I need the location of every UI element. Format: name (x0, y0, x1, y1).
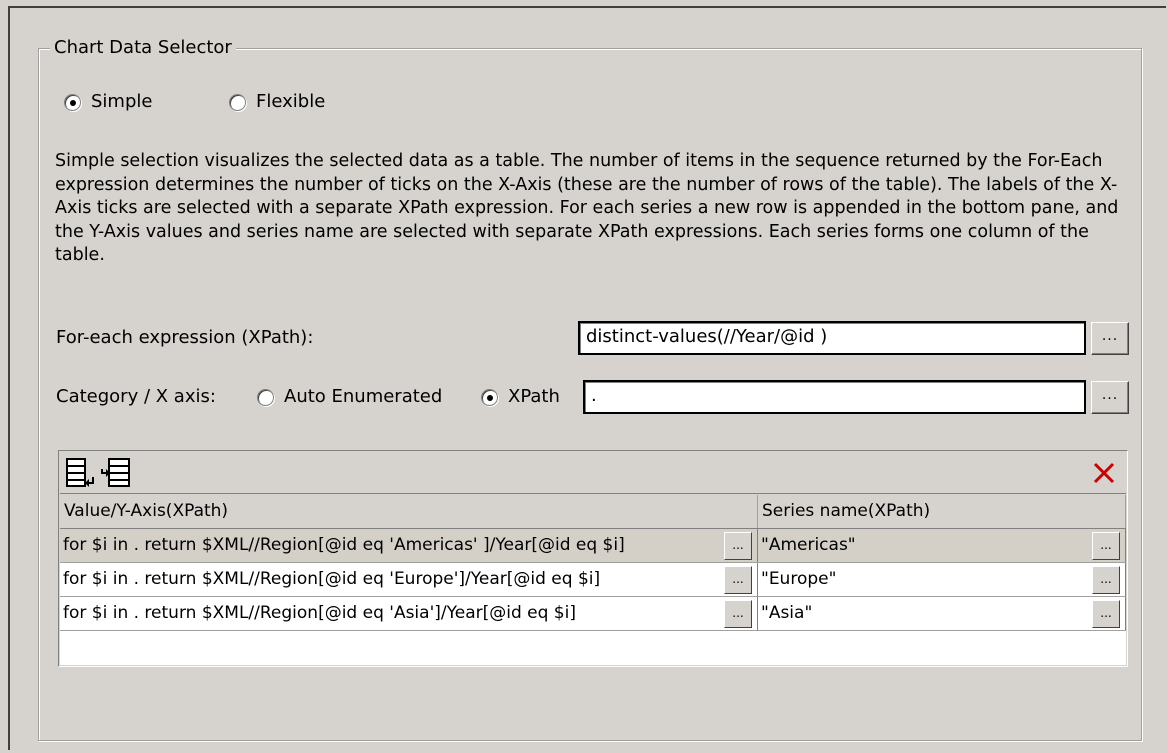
category-xpath-input[interactable]: . (583, 380, 1086, 414)
for-each-input[interactable]: distinct-values(//Year/@id ) (578, 321, 1086, 355)
xpath-radio[interactable] (481, 388, 498, 406)
series-text: "Asia" (761, 603, 813, 623)
series-cell[interactable]: "Asia" ... (758, 597, 1126, 630)
grid-header: Value/Y-Axis(XPath) Series name(XPath) (60, 495, 1126, 529)
series-cell[interactable]: "Americas" ... (758, 529, 1126, 562)
value-browse-button[interactable]: ... (724, 600, 752, 628)
flexible-radio-option[interactable]: Flexible (229, 91, 325, 113)
value-text: for $i in . return $XML//Region[@id eq '… (63, 535, 625, 555)
value-cell[interactable]: for $i in . return $XML//Region[@id eq '… (60, 529, 758, 562)
delete-row-button[interactable] (1086, 455, 1122, 491)
auto-enumerated-option[interactable]: Auto Enumerated (257, 386, 442, 408)
description-text: Simple selection visualizes the selected… (55, 151, 1119, 265)
delete-row-icon (1093, 462, 1115, 484)
table-row[interactable]: for $i in . return $XML//Region[@id eq '… (60, 529, 1126, 563)
flexible-radio[interactable] (229, 93, 246, 111)
value-browse-button[interactable]: ... (724, 566, 752, 594)
series-column-header[interactable]: Series name(XPath) (758, 495, 1126, 528)
auto-enumerated-label: Auto Enumerated (284, 386, 443, 407)
value-text: for $i in . return $XML//Region[@id eq '… (63, 569, 601, 589)
insert-row-icon (101, 458, 130, 487)
value-cell[interactable]: for $i in . return $XML//Region[@id eq '… (60, 597, 758, 630)
series-browse-button[interactable]: ... (1092, 566, 1120, 594)
simple-radio-label: Simple (91, 91, 153, 112)
grid-toolbar (60, 452, 1126, 494)
series-text: "Europe" (761, 569, 837, 589)
table-row[interactable]: for $i in . return $XML//Region[@id eq '… (60, 597, 1126, 631)
series-browse-button[interactable]: ... (1092, 532, 1120, 560)
category-browse-button[interactable]: ... (1091, 381, 1129, 414)
simple-radio-option[interactable]: Simple (64, 91, 152, 113)
auto-enumerated-radio[interactable] (257, 388, 274, 406)
series-cell[interactable]: "Europe" ... (758, 563, 1126, 596)
xpath-option[interactable]: XPath (481, 386, 560, 408)
group-title: Chart Data Selector (50, 37, 236, 59)
value-column-header[interactable]: Value/Y-Axis(XPath) (60, 495, 758, 528)
insert-row-button[interactable] (98, 455, 134, 491)
append-row-button[interactable] (62, 455, 98, 491)
category-label: Category / X axis: (56, 386, 216, 407)
for-each-browse-button[interactable]: ... (1091, 322, 1129, 355)
value-cell[interactable]: for $i in . return $XML//Region[@id eq '… (60, 563, 758, 596)
table-row[interactable]: for $i in . return $XML//Region[@id eq '… (60, 563, 1126, 597)
grid-body: Value/Y-Axis(XPath) Series name(XPath) f… (60, 495, 1126, 665)
value-browse-button[interactable]: ... (724, 532, 752, 560)
append-row-icon (66, 458, 94, 487)
xpath-label: XPath (508, 386, 560, 407)
simple-radio[interactable] (64, 93, 81, 111)
series-text: "Americas" (761, 535, 856, 555)
flexible-radio-label: Flexible (256, 91, 326, 112)
series-browse-button[interactable]: ... (1092, 600, 1120, 628)
for-each-label: For-each expression (XPath): (56, 327, 314, 348)
value-text: for $i in . return $XML//Region[@id eq '… (63, 603, 576, 623)
series-grid: Value/Y-Axis(XPath) Series name(XPath) f… (58, 450, 1128, 667)
